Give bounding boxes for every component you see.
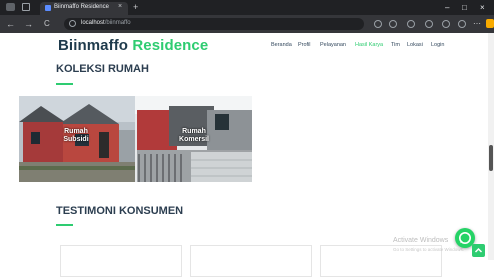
site-info-icon[interactable]: [69, 20, 76, 27]
back-to-top-button[interactable]: [472, 244, 485, 257]
nav-lokasi[interactable]: Lokasi: [407, 42, 423, 48]
caption-komersil[interactable]: Rumah Komersil: [172, 128, 216, 144]
translate-icon[interactable]: [374, 20, 382, 28]
activate-windows-title: Activate Windows: [393, 237, 449, 244]
koleksi-title: KOLEKSI RUMAH: [56, 63, 149, 75]
scrollbar-thumb[interactable]: [489, 145, 493, 171]
new-tab-button[interactable]: +: [133, 2, 138, 12]
url-text[interactable]: localhost/biinmaffo: [81, 20, 131, 26]
testimonial-card: [60, 245, 182, 277]
sync-icon[interactable]: [425, 20, 433, 28]
download-icon[interactable]: [442, 20, 450, 28]
tab-actions-icon[interactable]: [6, 3, 15, 11]
site-logo[interactable]: Biinmaffo Residence: [58, 37, 208, 54]
tab-title: Biinmaffo Residence: [54, 4, 109, 10]
testimoni-underline: [56, 224, 73, 226]
tab-close-icon[interactable]: ×: [118, 3, 122, 10]
back-button[interactable]: ←: [6, 19, 15, 29]
favicon-icon: [45, 5, 51, 11]
menu-dots-icon[interactable]: ⋯: [473, 19, 481, 28]
profile-avatar[interactable]: [486, 19, 494, 28]
bookmark-icon[interactable]: [389, 20, 397, 28]
window-maximize-button[interactable]: □: [462, 3, 467, 12]
puzzle-icon[interactable]: [458, 20, 466, 28]
tab-overview-icon[interactable]: [22, 3, 30, 11]
house-gallery: [19, 96, 252, 182]
koleksi-underline: [56, 83, 73, 85]
caption-subsidi[interactable]: Rumah Subsidi: [56, 128, 96, 144]
testimoni-title: TESTIMONI KONSUMEN: [56, 205, 184, 217]
nav-login[interactable]: Login: [431, 42, 444, 48]
testimonial-card: [190, 245, 312, 277]
reload-button[interactable]: C: [44, 19, 50, 28]
nav-hasil-karya[interactable]: Hasil Karya: [355, 42, 383, 48]
activate-windows-subtitle: Go to Settings to activate Windows.: [393, 247, 465, 252]
extension-icon[interactable]: [407, 20, 415, 28]
forward-button[interactable]: →: [24, 19, 33, 29]
window-close-button[interactable]: ×: [480, 3, 485, 12]
nav-pelayanan[interactable]: Pelayanan: [320, 42, 346, 48]
nav-profil[interactable]: Profil: [298, 42, 311, 48]
arrow-up-icon: [474, 247, 483, 253]
nav-beranda[interactable]: Beranda: [271, 42, 292, 48]
window-minimize-button[interactable]: –: [445, 3, 449, 12]
nav-tim[interactable]: Tim: [391, 42, 400, 48]
